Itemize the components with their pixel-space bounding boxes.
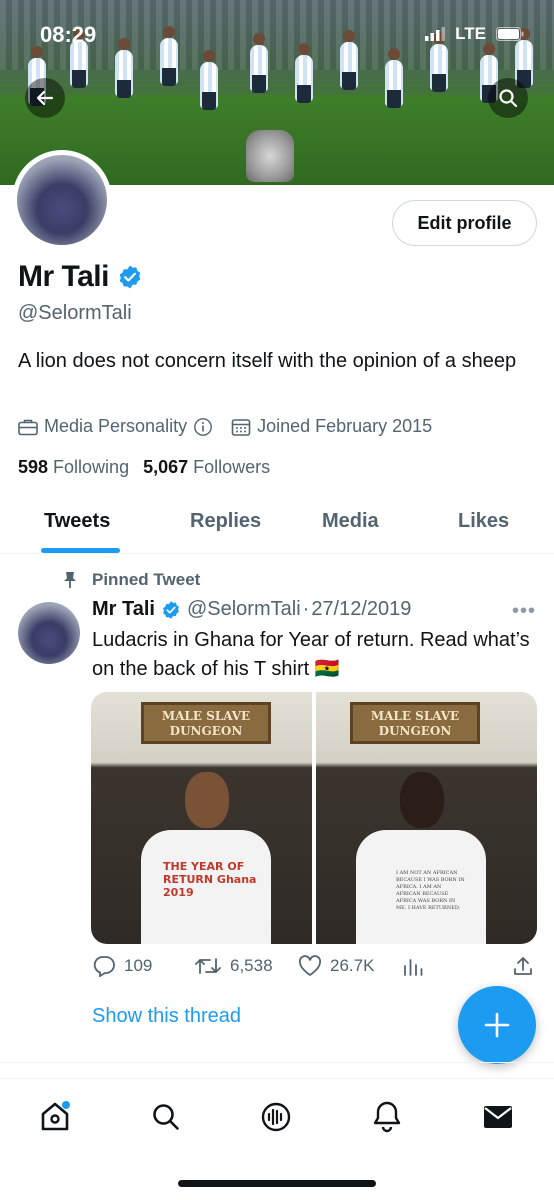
followers-count: 5,067	[143, 457, 189, 477]
reply-button[interactable]: 109	[92, 955, 152, 977]
network-label: LTE	[455, 24, 486, 43]
like-button[interactable]: 26.7K	[298, 955, 374, 977]
heart-icon	[298, 955, 322, 976]
search-icon	[153, 1104, 179, 1130]
battery-icon	[496, 27, 524, 41]
spaces-icon	[261, 1102, 291, 1132]
profile-bio: A lion does not concern itself with the …	[18, 350, 517, 372]
profile-joined-label: Joined February 2015	[257, 416, 433, 436]
nav-spaces[interactable]	[258, 1099, 294, 1135]
profile-meta: Media Personality Joined February 2015	[18, 416, 450, 437]
person-head	[400, 772, 444, 828]
search-button[interactable]	[488, 78, 528, 118]
pinned-text: Pinned Tweet	[92, 570, 201, 589]
tweet-photo-back[interactable]: MALE SLAVE DUNGEON I AM NOT AN AFRICAN B…	[316, 692, 537, 944]
nav-messages[interactable]	[480, 1099, 516, 1135]
retweet-count: 6,538	[230, 956, 273, 975]
person-back: I AM NOT AN AFRICAN BECAUSE I WAS BORN I…	[356, 772, 486, 944]
status-time: 08:29	[40, 22, 97, 47]
arrow-left-icon	[36, 90, 54, 106]
following-link[interactable]: 598 Following	[18, 457, 129, 478]
profile-tabs: Tweets Replies Media Likes	[0, 496, 554, 554]
profile-handle: @SelormTali	[18, 302, 132, 324]
following-label: Following	[53, 457, 130, 477]
tweet-author[interactable]: Mr Tali	[92, 598, 155, 621]
follow-stats: 598 Following 5,067 Followers	[18, 457, 284, 478]
tweet-separator: ·	[302, 598, 310, 620]
show-thread-link[interactable]: Show this thread	[92, 1005, 241, 1028]
status-bar: 08:29 LTE	[0, 22, 554, 56]
home-icon	[41, 1101, 70, 1131]
back-button[interactable]	[25, 78, 65, 118]
retweet-button[interactable]: 6,538	[194, 955, 273, 977]
followers-label: Followers	[193, 457, 271, 477]
following-count: 598	[18, 457, 49, 477]
active-tab-indicator	[41, 548, 120, 553]
banner-player	[295, 43, 313, 103]
more-icon[interactable]: •••	[512, 600, 536, 623]
followers-link[interactable]: 5,067 Followers	[143, 457, 270, 478]
tweet-handle: @SelormTali	[186, 598, 301, 620]
home-indicator	[178, 1180, 376, 1187]
briefcase-icon	[18, 419, 38, 435]
dungeon-sign: MALE SLAVE DUNGEON	[350, 702, 480, 744]
compose-tweet-button[interactable]	[458, 986, 536, 1064]
profile-joined: Joined February 2015	[231, 416, 432, 437]
nav-explore[interactable]	[148, 1099, 184, 1135]
retweet-icon	[195, 958, 221, 974]
reply-count: 109	[124, 956, 153, 975]
shirt-back-text: I AM NOT AN AFRICAN BECAUSE I WAS BORN I…	[396, 870, 465, 911]
nav-notifications[interactable]	[369, 1099, 405, 1135]
calendar-icon	[231, 418, 251, 436]
tweet-avatar[interactable]	[18, 602, 80, 664]
tab-likes[interactable]: Likes	[458, 510, 509, 533]
tab-replies[interactable]: Replies	[190, 510, 261, 533]
tab-tweets[interactable]: Tweets	[44, 510, 110, 533]
share-icon	[514, 957, 532, 975]
dungeon-sign: MALE SLAVE DUNGEON	[141, 702, 271, 744]
tweet-actions: 109 6,538 26.7K	[92, 955, 538, 981]
signal-icon	[425, 27, 446, 41]
person-front: THE YEAR OF RETURN Ghana 2019	[141, 772, 271, 944]
trophy	[246, 130, 294, 182]
tab-media[interactable]: Media	[322, 510, 379, 533]
plus-icon	[484, 1012, 510, 1038]
shirt-front-text: THE YEAR OF RETURN Ghana 2019	[163, 860, 257, 899]
profile-name: Mr Tali	[18, 260, 109, 293]
analytics-button[interactable]	[402, 955, 424, 977]
status-indicators: LTE	[425, 24, 524, 44]
like-count: 26.7K	[330, 956, 375, 975]
tweet-text: Ludacris in Ghana for Year of return. Re…	[92, 629, 530, 680]
banner-player	[385, 48, 403, 108]
verified-badge-icon	[119, 265, 141, 289]
nav-home[interactable]	[37, 1099, 73, 1135]
banner-player	[200, 50, 218, 110]
tweet-photo-front[interactable]: MALE SLAVE DUNGEON THE YEAR OF RETURN Gh…	[91, 692, 312, 944]
bell-icon	[373, 1101, 401, 1133]
pin-icon	[64, 572, 76, 588]
info-icon[interactable]	[193, 417, 213, 437]
tweet-header: Mr Tali @SelormTali · 27/12/2019	[92, 598, 411, 621]
tweet-date: 27/12/2019	[311, 598, 412, 620]
pinned-tweet-label: Pinned Tweet	[62, 570, 200, 590]
person-head	[185, 772, 229, 828]
share-button[interactable]	[512, 955, 534, 977]
tweet-divider	[0, 1062, 554, 1063]
verified-badge-icon	[163, 600, 179, 619]
profile-avatar[interactable]	[12, 150, 112, 250]
mail-icon	[484, 1106, 512, 1128]
profile-name-row: Mr Tali	[18, 260, 143, 294]
profile-category-label: Media Personality	[44, 416, 188, 436]
person-shirt: THE YEAR OF RETURN Ghana 2019	[141, 830, 271, 944]
search-icon	[499, 89, 518, 108]
banner-player	[115, 38, 133, 98]
profile-category: Media Personality	[18, 416, 213, 437]
tweet-media[interactable]: MALE SLAVE DUNGEON THE YEAR OF RETURN Gh…	[91, 692, 537, 944]
analytics-icon	[404, 959, 423, 976]
reply-icon	[93, 956, 115, 977]
person-shirt: I AM NOT AN AFRICAN BECAUSE I WAS BORN I…	[356, 830, 486, 944]
edit-profile-button[interactable]: Edit profile	[392, 200, 537, 246]
